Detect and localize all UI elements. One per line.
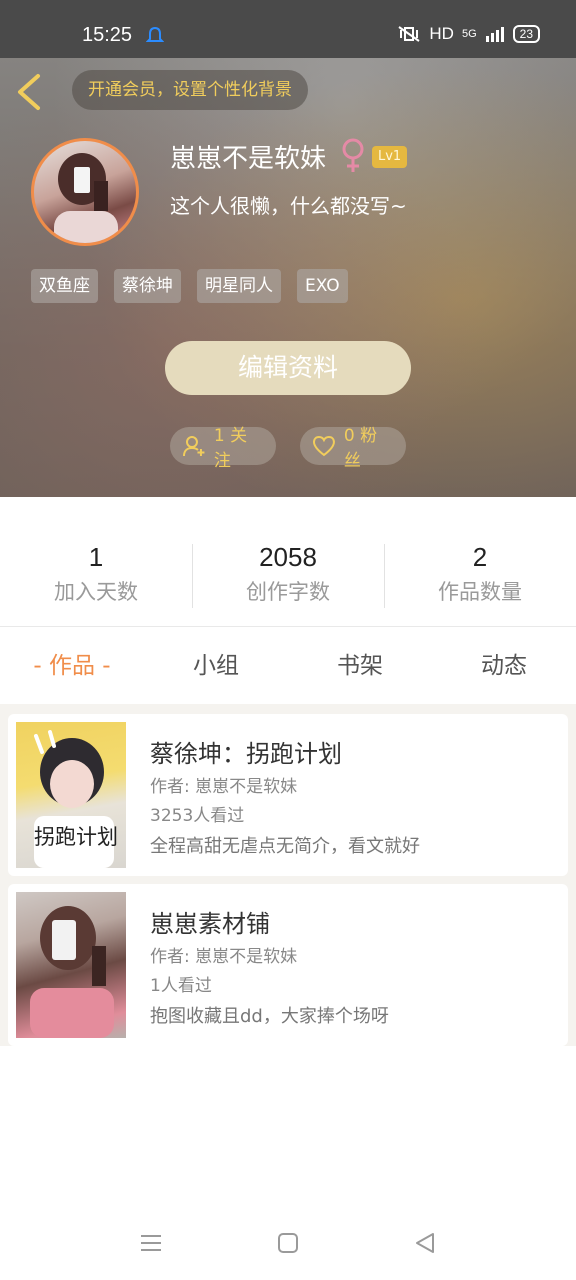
work-author: 作者: 崽崽不是软妹	[150, 777, 298, 797]
tag-item[interactable]: 明星同人	[197, 269, 281, 303]
profile-stats: 1 加入天数 2058 创作字数 2 作品数量	[0, 540, 576, 612]
battery-level: 23	[512, 25, 540, 43]
status-indicators: HD 5G 23	[397, 24, 540, 44]
stat-value: 1	[88, 542, 104, 572]
system-nav-bar	[0, 1205, 576, 1280]
fans-label: 0 粉丝	[343, 426, 378, 471]
network-type: HD	[429, 24, 454, 43]
stat-value: 2	[472, 542, 488, 572]
work-title: 蔡徐坤：拐跑计划	[150, 740, 342, 768]
tag-list: 双鱼座 蔡徐坤 明星同人 EXO	[31, 269, 348, 303]
signal-icon	[485, 27, 504, 42]
following-label: 1 关注	[213, 426, 248, 471]
work-views: 3253人看过	[150, 806, 245, 826]
tab-activity[interactable]: 动态	[432, 640, 576, 696]
status-time: 15:25	[82, 24, 133, 46]
profile-tabs: - 作品 - 小组 书架 动态	[0, 640, 576, 696]
edit-profile-button[interactable]: 编辑资料	[165, 341, 411, 395]
vibrate-icon	[398, 26, 420, 42]
status-bar: 15:25 HD 5G 23	[0, 0, 576, 58]
avatar[interactable]	[31, 138, 139, 246]
tag-item[interactable]: EXO	[297, 269, 348, 303]
work-cover	[16, 892, 126, 1038]
female-icon	[342, 138, 364, 172]
work-cover: 拐跑计划	[16, 722, 126, 868]
tag-item[interactable]: 蔡徐坤	[114, 269, 181, 303]
stat-value: 2058	[259, 542, 317, 572]
following-button[interactable]: 1 关注	[170, 426, 276, 471]
vip-background-prompt[interactable]: 开通会员，设置个性化背景	[72, 70, 308, 110]
work-card[interactable]: 拐跑计划 蔡徐坤：拐跑计划 作者: 崽崽不是软妹 3253人看过 全程高甜无虐点…	[8, 714, 568, 876]
profile-header: 15:25 HD 5G 23 开通会员，设置个性化背景 崽崽不是软妹 Lv1 这…	[0, 0, 576, 497]
tag-item[interactable]: 双鱼座	[31, 269, 98, 303]
menu-icon[interactable]	[139, 1231, 163, 1255]
heart-icon	[312, 436, 335, 457]
stat-word-count: 2058 创作字数	[192, 540, 384, 612]
cover-image: 拐跑计划	[34, 730, 118, 868]
tab-works[interactable]: - 作品 -	[0, 640, 144, 696]
stat-label: 创作字数	[246, 580, 330, 604]
stat-works-count: 2 作品数量	[384, 540, 576, 612]
work-views: 1人看过	[150, 976, 212, 996]
level-badge: Lv1	[372, 146, 408, 168]
work-description: 抱图收藏且dd，大家捧个场呀	[150, 1006, 389, 1027]
stat-join-days: 1 加入天数	[0, 540, 192, 612]
avatar-image	[54, 153, 118, 243]
fans-button[interactable]: 0 粉丝	[300, 426, 406, 471]
cover-text: 拐跑计划	[34, 825, 118, 849]
work-title: 崽崽素材铺	[150, 910, 270, 938]
notification-icon	[146, 26, 164, 42]
back-icon[interactable]	[413, 1231, 437, 1255]
work-author: 作者: 崽崽不是软妹	[150, 947, 298, 967]
user-bio: 这个人很懒，什么都没写~	[170, 194, 407, 218]
user-add-icon	[182, 436, 205, 457]
tab-groups[interactable]: 小组	[144, 640, 288, 696]
divider	[0, 626, 576, 627]
work-card[interactable]: 崽崽素材铺 作者: 崽崽不是软妹 1人看过 抱图收藏且dd，大家捧个场呀	[8, 884, 568, 1046]
tab-bookshelf[interactable]: 书架	[288, 640, 432, 696]
work-description: 全程高甜无虐点无简介，看文就好	[150, 836, 420, 857]
stat-label: 作品数量	[438, 580, 522, 604]
home-icon[interactable]	[276, 1231, 300, 1255]
cover-image	[30, 906, 114, 1038]
stat-label: 加入天数	[54, 580, 138, 604]
username: 崽崽不是软妹	[170, 144, 327, 174]
signal-type: 5G	[461, 28, 477, 40]
back-arrow-icon[interactable]	[14, 70, 44, 114]
